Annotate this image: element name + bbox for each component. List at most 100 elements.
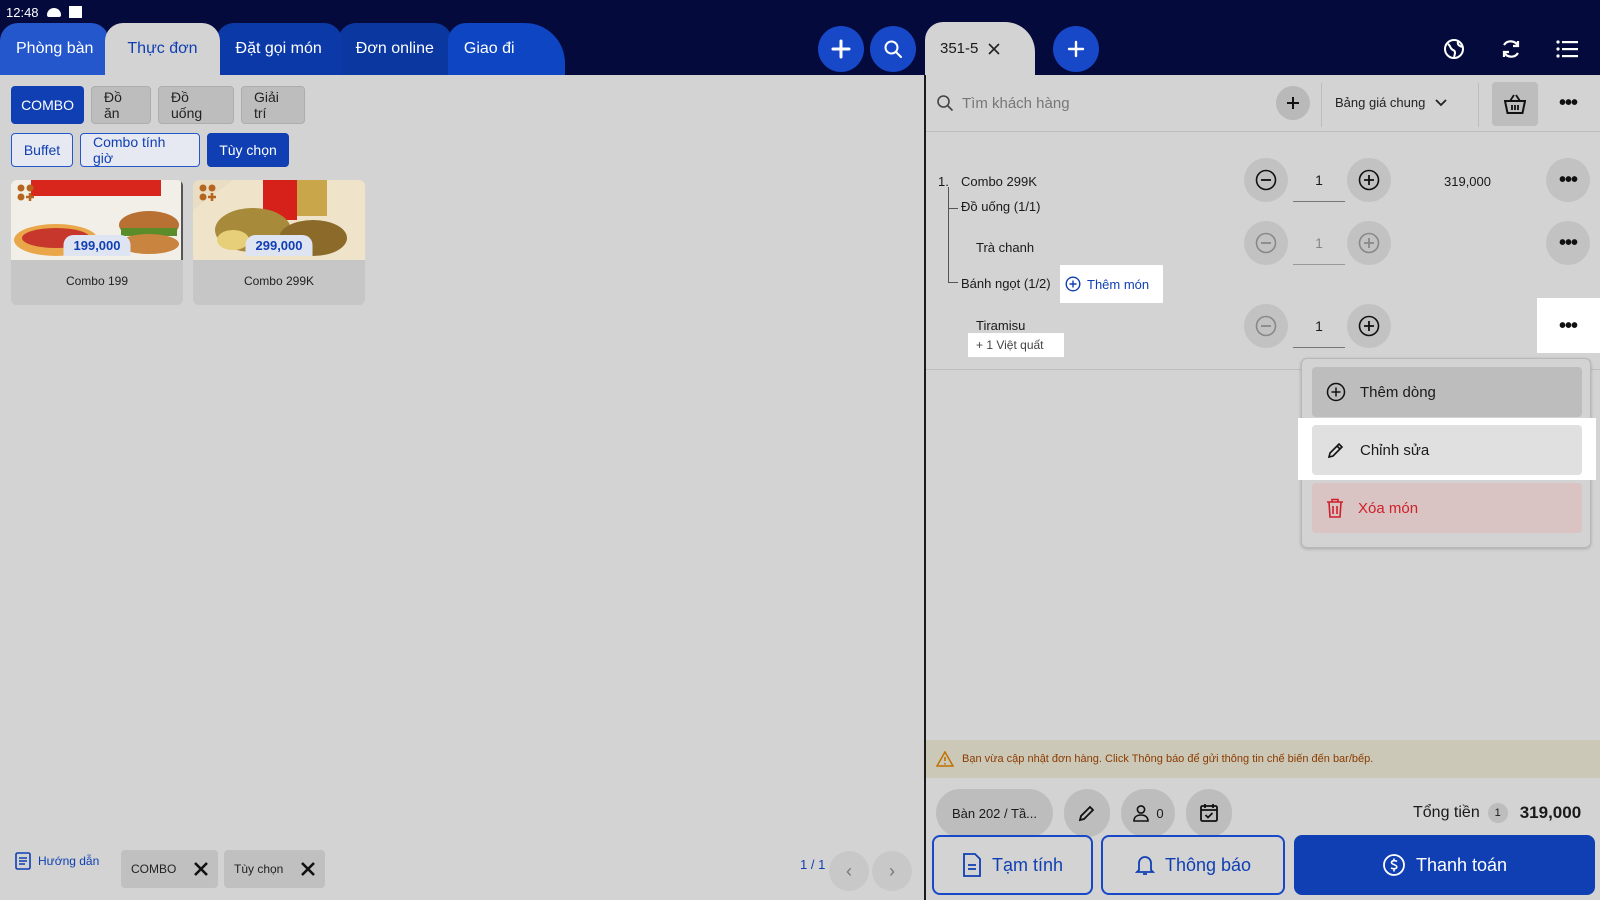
subcategory-custom[interactable]: Tùy chọn xyxy=(207,133,289,167)
tab-tables[interactable]: Phòng bàn xyxy=(0,23,110,75)
decrease-qty-button[interactable] xyxy=(1244,158,1288,202)
item-price: 319,000 xyxy=(1444,174,1491,189)
order-panel: Tìm khách hàng Bảng giá chung ••• 1. Com… xyxy=(926,75,1600,900)
filter-chip-custom[interactable]: Tùy chọn xyxy=(224,850,326,888)
group-cakes: Bánh ngọt (1/2) xyxy=(961,276,1051,291)
menu-add-line[interactable]: Thêm dòng xyxy=(1312,367,1582,417)
total-value: 319,000 xyxy=(1519,803,1582,822)
combo-subitem-row[interactable]: Tiramisu + 1 Việt quất 1 ••• xyxy=(926,298,1600,360)
plus-circle-icon xyxy=(1326,382,1346,402)
separator xyxy=(1478,83,1479,127)
tab-menu[interactable]: Thực đơn xyxy=(105,23,220,75)
increase-qty-button[interactable] xyxy=(1347,221,1391,265)
subcategory-hourly-combo[interactable]: Combo tính giờ xyxy=(80,133,200,167)
new-order-button[interactable] xyxy=(1053,26,1099,72)
prev-page-button[interactable]: ‹ xyxy=(829,851,869,891)
group-drinks: Đồ uống (1/1) xyxy=(961,199,1041,214)
guide-link[interactable]: Hướng dẫn xyxy=(14,852,99,870)
plus-icon xyxy=(831,39,851,59)
edit-note-button[interactable] xyxy=(1064,789,1110,837)
item-more-button[interactable]: ••• xyxy=(1546,158,1590,202)
product-name: Combo 299K xyxy=(243,274,315,288)
chevron-down-icon xyxy=(1435,98,1447,106)
menu-add-line-label: Thêm dòng xyxy=(1360,383,1436,401)
category-entertainment[interactable]: Giải trí xyxy=(241,86,305,124)
topping-note[interactable]: + 1 Việt quất xyxy=(968,333,1064,357)
subitem-name: Tiramisu xyxy=(976,318,1026,333)
increase-qty-button[interactable] xyxy=(1347,158,1391,202)
price-list-select[interactable]: Bảng giá chung xyxy=(1335,95,1447,110)
customer-search-input[interactable]: Tìm khách hàng xyxy=(962,95,1070,112)
page-indicator: 1 / 1 xyxy=(800,857,826,872)
product-card-combo-199[interactable]: 199,000 Combo 199 xyxy=(11,180,183,305)
book-icon xyxy=(15,852,31,870)
menu-edit-label: Chỉnh sửa xyxy=(1360,441,1430,459)
add-customer-button[interactable] xyxy=(1276,86,1310,120)
add-item-button[interactable]: Thêm món xyxy=(1060,265,1163,303)
table-selector[interactable]: Bàn 202 / Tầ... xyxy=(936,789,1053,837)
pay-button[interactable]: Thanh toán xyxy=(1294,835,1595,895)
plus-circle-icon xyxy=(1065,276,1081,292)
more-options-icon[interactable]: ••• xyxy=(1546,91,1590,115)
increase-qty-button[interactable] xyxy=(1347,304,1391,348)
close-icon[interactable] xyxy=(988,42,1000,55)
subitem-more-button[interactable]: ••• xyxy=(1546,221,1590,265)
product-name: Combo 199 xyxy=(65,274,129,288)
decrease-qty-button[interactable] xyxy=(1244,304,1288,348)
qty-field[interactable]: 1 xyxy=(1293,304,1345,348)
basket-button[interactable] xyxy=(1492,82,1538,126)
filter-chip-combo[interactable]: COMBO xyxy=(121,850,219,888)
close-icon[interactable] xyxy=(301,862,316,876)
document-icon xyxy=(963,853,981,877)
total-summary: Tổng tiền 1 319,000 xyxy=(1413,803,1581,823)
status-bar: 12:48 xyxy=(6,3,82,21)
combo-subitem-row[interactable]: Trà chanh 1 ••• xyxy=(926,218,1600,268)
qty-field[interactable]: 1 xyxy=(1293,158,1345,202)
total-count-badge: 1 xyxy=(1487,803,1508,823)
filter-chip-label: COMBO xyxy=(131,862,177,876)
provisional-bill-button[interactable]: Tạm tính xyxy=(932,835,1093,895)
refresh-icon[interactable] xyxy=(1498,36,1524,62)
schedule-button[interactable] xyxy=(1186,789,1232,837)
notification-icon xyxy=(68,6,82,18)
menu-delete[interactable]: Xóa món xyxy=(1312,483,1582,533)
category-combo[interactable]: COMBO xyxy=(11,86,84,124)
minus-circle-icon xyxy=(1255,315,1277,337)
category-drinks[interactable]: Đồ uống xyxy=(158,86,234,124)
table-label: Bàn 202 / Tầ... xyxy=(951,805,1038,821)
guest-count-button[interactable]: 0 xyxy=(1121,789,1175,837)
product-price: 299,000 xyxy=(245,235,313,256)
tab-online-orders[interactable]: Đơn online xyxy=(337,23,452,75)
product-card-combo-299k[interactable]: 299,000 Combo 299K xyxy=(193,180,365,305)
subcategory-buffet[interactable]: Buffet xyxy=(11,133,73,167)
menu-edit[interactable]: Chỉnh sửa xyxy=(1312,425,1582,475)
update-warning: Bạn vừa cập nhật đơn hàng. Click Thông b… xyxy=(926,740,1600,778)
plus-icon xyxy=(1067,40,1085,58)
globe-icon[interactable] xyxy=(1441,36,1467,62)
add-button[interactable] xyxy=(818,26,864,72)
main-tabs: Phòng bàn Thực đơn Đặt gọi món Đơn onlin… xyxy=(0,22,565,75)
category-food[interactable]: Đồ ăn xyxy=(91,86,151,124)
trash-icon xyxy=(1327,498,1343,518)
decrease-qty-button[interactable] xyxy=(1244,221,1288,265)
menu-list-icon[interactable] xyxy=(1554,36,1580,62)
chevron-right-icon: › xyxy=(889,860,895,881)
tab-order[interactable]: Đặt gọi món xyxy=(215,23,342,75)
item-name: Combo 299K xyxy=(961,174,1037,189)
close-icon[interactable] xyxy=(194,862,209,876)
notify-button[interactable]: Thông báo xyxy=(1101,835,1285,895)
next-page-button[interactable]: › xyxy=(872,851,912,891)
pencil-icon xyxy=(1078,805,1095,822)
order-tab[interactable]: 351-5 xyxy=(925,22,1035,75)
total-label: Tổng tiền xyxy=(1413,804,1480,821)
menu-delete-label: Xóa món xyxy=(1358,499,1419,517)
qty-field[interactable]: 1 xyxy=(1293,221,1345,265)
subitem-more-button[interactable]: ••• xyxy=(1546,304,1590,348)
search-icon xyxy=(884,40,902,58)
search-icon xyxy=(937,95,954,112)
more-options-icon: ••• xyxy=(1558,231,1578,254)
combo-icon xyxy=(199,184,216,201)
product-price: 199,000 xyxy=(63,235,131,256)
search-button[interactable] xyxy=(870,26,916,72)
tab-delivery[interactable]: Giao đi xyxy=(447,23,565,75)
